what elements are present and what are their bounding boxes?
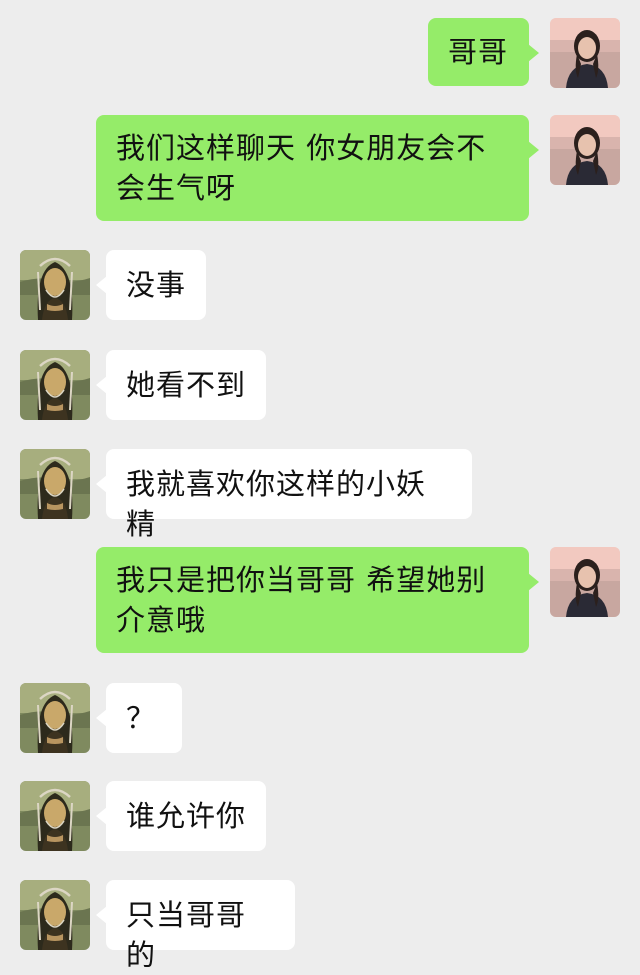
message-bubble-other[interactable]: 谁允许你	[96, 781, 266, 851]
avatar-other[interactable]	[20, 350, 90, 420]
avatar-self[interactable]	[550, 115, 620, 185]
message-bubble-other[interactable]: 没事	[96, 250, 206, 320]
message-bubble-other[interactable]: 我就喜欢你这样的小妖精	[96, 449, 472, 541]
avatar-other[interactable]	[20, 683, 90, 753]
chat-window: 哥哥 我们这样聊天 你女朋友会不会生气呀 没事 她看不到 我就喜欢你这样的小妖精…	[0, 0, 640, 972]
girl-photo-avatar-icon	[550, 547, 620, 617]
avatar-self[interactable]	[550, 18, 620, 88]
mona-lisa-avatar-icon	[20, 250, 90, 320]
mona-lisa-avatar-icon	[20, 350, 90, 420]
girl-photo-avatar-icon	[550, 18, 620, 88]
avatar-other[interactable]	[20, 449, 90, 519]
message-bubble-other[interactable]: ？	[96, 683, 182, 753]
avatar-self[interactable]	[550, 547, 620, 617]
avatar-other[interactable]	[20, 781, 90, 851]
mona-lisa-avatar-icon	[20, 683, 90, 753]
mona-lisa-avatar-icon	[20, 880, 90, 950]
avatar-other[interactable]	[20, 880, 90, 950]
message-bubble-self[interactable]: 我们这样聊天 你女朋友会不会生气呀	[96, 115, 539, 221]
girl-photo-avatar-icon	[550, 115, 620, 185]
message-bubble-other[interactable]: 她看不到	[96, 350, 266, 420]
message-bubble-other[interactable]: 只当哥哥的	[96, 880, 295, 972]
mona-lisa-avatar-icon	[20, 781, 90, 851]
avatar-other[interactable]	[20, 250, 90, 320]
message-bubble-self[interactable]: 我只是把你当哥哥 希望她别介意哦	[96, 547, 539, 653]
mona-lisa-avatar-icon	[20, 449, 90, 519]
message-bubble-self[interactable]: 哥哥	[428, 18, 539, 86]
